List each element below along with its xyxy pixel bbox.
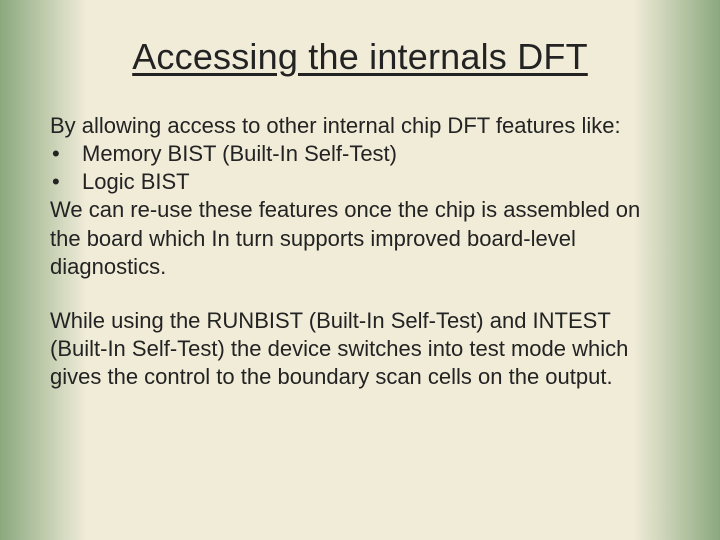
slide-title: Accessing the internals DFT	[48, 36, 672, 78]
bullet-text: Logic BIST	[82, 168, 190, 196]
slide-body: By allowing access to other internal chi…	[48, 112, 672, 391]
bullet-item: • Memory BIST (Built-In Self-Test)	[50, 140, 670, 168]
paragraph-1-outro: We can re-use these features once the ch…	[50, 196, 670, 280]
bullet-icon: •	[50, 140, 82, 168]
bullet-item: • Logic BIST	[50, 168, 670, 196]
bullet-icon: •	[50, 168, 82, 196]
slide: Accessing the internals DFT By allowing …	[0, 0, 720, 540]
bullet-text: Memory BIST (Built-In Self-Test)	[82, 140, 397, 168]
paragraph-2: While using the RUNBIST (Built-In Self-T…	[50, 307, 670, 391]
paragraph-1: By allowing access to other internal chi…	[50, 112, 670, 281]
paragraph-1-intro: By allowing access to other internal chi…	[50, 112, 670, 140]
